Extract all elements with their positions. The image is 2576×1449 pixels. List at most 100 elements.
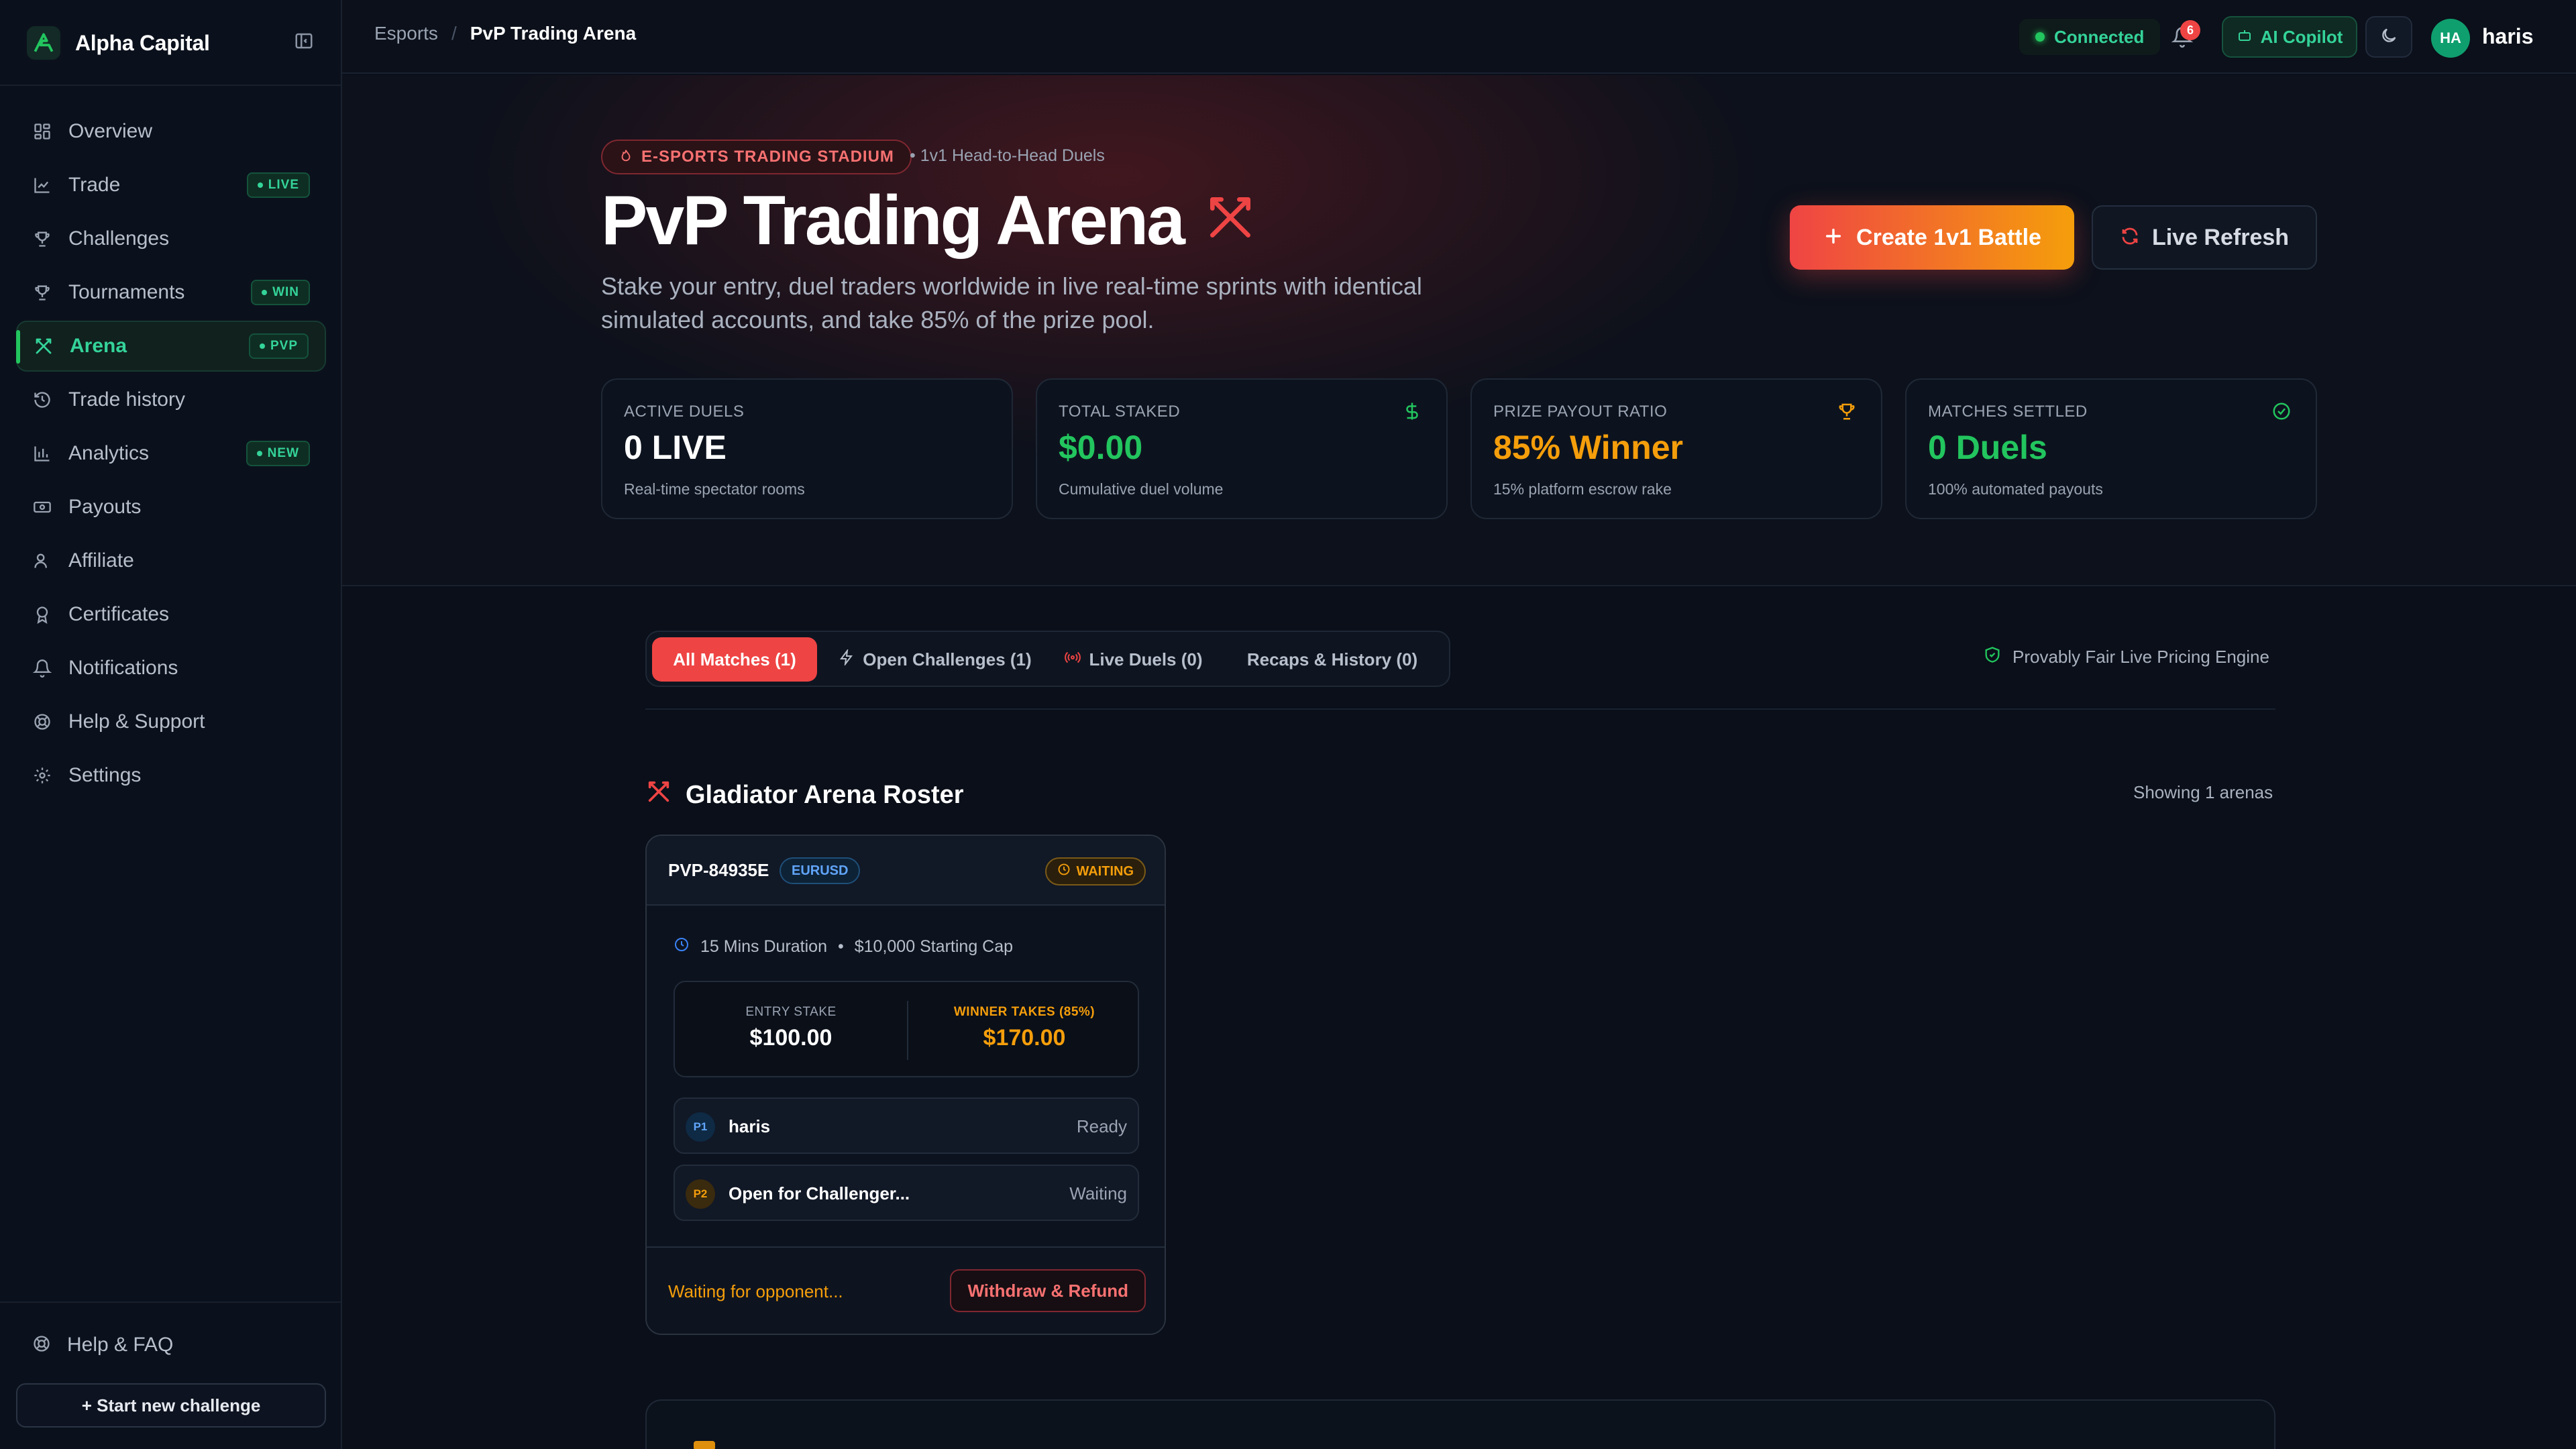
dollar-icon [1402, 401, 1424, 423]
notification-count-badge: 6 [2180, 20, 2200, 40]
winner-takes: WINNER TAKES (85%) $170.00 [908, 982, 1140, 1076]
sidebar-item-label: Settings [68, 764, 142, 786]
sidebar-item-label: Overview [68, 120, 153, 142]
ai-copilot-button[interactable]: AI Copilot [2222, 16, 2357, 58]
stat-card-payout-ratio: PRIZE PAYOUT RATIO 85% Winner 15% platfo… [1470, 378, 1882, 519]
start-new-challenge-button[interactable]: + Start new challenge [16, 1383, 326, 1428]
connection-label: Connected [2054, 26, 2145, 47]
player-status: Waiting [1069, 1183, 1127, 1203]
live-refresh-button[interactable]: Live Refresh [2092, 205, 2317, 270]
award-icon [32, 604, 52, 625]
breadcrumb-esports[interactable]: Esports [374, 23, 438, 44]
sidebar-item-payouts[interactable]: Payouts [16, 482, 326, 533]
chart-icon [32, 175, 52, 195]
withdraw-refund-button[interactable]: Withdraw & Refund [950, 1269, 1146, 1312]
stake-summary: ENTRY STAKE $100.00 WINNER TAKES (85%) $… [674, 981, 1139, 1077]
breadcrumb-current: PvP Trading Arena [470, 23, 637, 44]
stadium-pill: E-SPORTS TRADING STADIUM [601, 140, 912, 174]
player-badge: P2 [686, 1179, 715, 1209]
stat-value: 85% Winner [1493, 429, 1683, 466]
player-status: Ready [1076, 1116, 1127, 1136]
stat-value: 0 LIVE [624, 429, 727, 466]
breadcrumb-separator: / [451, 23, 457, 44]
section-divider [645, 708, 2275, 710]
stat-label: ACTIVE DUELS [624, 402, 745, 421]
sidebar-item-tournaments[interactable]: Tournaments WIN [16, 267, 326, 318]
page-description: Stake your entry, duel traders worldwide… [601, 272, 1422, 333]
page-title-text: PvP Trading Arena [601, 182, 1185, 260]
crossed-swords-icon [34, 336, 54, 356]
lifebuoy-icon [32, 1334, 51, 1356]
avatar[interactable]: HA [2431, 19, 2470, 58]
arena-card-header: PVP-84935E EURUSD WAITING [647, 836, 1165, 906]
sidebar-item-label: Arena [70, 335, 127, 357]
arena-meta: 15 Mins Duration • $10,000 Starting Cap [674, 936, 1013, 957]
tab-live-duels[interactable]: Live Duels (0) [1053, 637, 1214, 682]
hero-section: E-SPORTS TRADING STADIUM • 1v1 Head-to-H… [342, 75, 2576, 586]
create-battle-button[interactable]: Create 1v1 Battle [1790, 205, 2074, 270]
sidebar-item-analytics[interactable]: Analytics NEW [16, 428, 326, 479]
winner-takes-value: $170.00 [983, 1025, 1066, 1051]
stat-card-total-staked: TOTAL STAKED $0.00 Cumulative duel volum… [1036, 378, 1448, 519]
stat-label: MATCHES SETTLED [1928, 402, 2088, 421]
check-circle-icon [2271, 401, 2293, 423]
new-badge: NEW [246, 441, 310, 466]
brand[interactable]: Alpha Capital [27, 24, 210, 62]
clock-icon [674, 936, 690, 957]
sidebar-item-settings[interactable]: Settings [16, 750, 326, 801]
ai-copilot-label: AI Copilot [2260, 26, 2343, 47]
lifebuoy-icon [32, 712, 52, 732]
history-icon [32, 390, 52, 410]
sidebar-item-arena[interactable]: Arena PVP [16, 321, 326, 372]
banknote-icon [32, 497, 52, 517]
page-title: PvP Trading Arena [601, 181, 1257, 261]
crossed-swords-icon [645, 778, 672, 812]
arena-card[interactable]: PVP-84935E EURUSD WAITING 15 Mins Durati… [645, 835, 1166, 1335]
create-battle-label: Create 1v1 Battle [1856, 224, 2041, 250]
crossed-swords-icon [1203, 181, 1257, 261]
tab-open-challenges[interactable]: Open Challenges (1) [822, 637, 1048, 682]
trophy-icon [32, 229, 52, 249]
waiting-text: Waiting for opponent... [668, 1281, 843, 1301]
lightning-icon [839, 647, 855, 670]
stat-card-matches-settled: MATCHES SETTLED 0 Duels 100% automated p… [1905, 378, 2317, 519]
duels-subtitle: • 1v1 Head-to-Head Duels [910, 146, 1105, 165]
sidebar-item-label: Notifications [68, 657, 178, 679]
help-faq-link[interactable]: Help & FAQ [32, 1334, 173, 1356]
username[interactable]: haris [2482, 24, 2533, 49]
connection-status: Connected [2019, 19, 2161, 55]
sidebar-item-label: Trade history [68, 388, 185, 411]
breadcrumb: Esports / PvP Trading Arena [374, 23, 636, 44]
entry-stake-value: $100.00 [749, 1025, 833, 1051]
sidebar-item-affiliate[interactable]: Affiliate [16, 535, 326, 586]
pvp-badge: PVP [248, 333, 309, 359]
next-section-card [645, 1399, 2275, 1449]
sidebar-item-trade-history[interactable]: Trade history [16, 374, 326, 425]
sidebar-divider [0, 85, 341, 86]
sidebar-item-overview[interactable]: Overview [16, 106, 326, 157]
theme-toggle-button[interactable] [2365, 16, 2412, 58]
player-badge: P1 [686, 1112, 715, 1142]
winner-takes-label: WINNER TAKES (85%) [953, 1005, 1095, 1019]
shield-check-icon [1983, 645, 2002, 669]
sidebar-divider [0, 1301, 341, 1303]
sidebar-item-help-support[interactable]: Help & Support [16, 696, 326, 747]
trophy-icon [32, 282, 52, 303]
stat-sub: Real-time spectator rooms [624, 480, 805, 498]
refresh-icon [2120, 226, 2140, 250]
sidebar-item-challenges[interactable]: Challenges [16, 213, 326, 264]
tab-recaps-history[interactable]: Recaps & History (0) [1220, 637, 1445, 682]
sidebar-item-certificates[interactable]: Certificates [16, 589, 326, 640]
tab-all-matches[interactable]: All Matches (1) [652, 637, 817, 682]
fair-engine-note: Provably Fair Live Pricing Engine [1983, 645, 2269, 669]
sidebar-item-notifications[interactable]: Notifications [16, 643, 326, 694]
sidebar-collapse-icon[interactable] [292, 30, 315, 52]
sidebar: Alpha Capital Overview Trade LIVE Challe… [0, 0, 342, 1449]
meta-separator: • [837, 937, 844, 956]
sidebar-item-label: Help & Support [68, 710, 205, 733]
sidebar-item-trade[interactable]: Trade LIVE [16, 160, 326, 211]
grid-icon [32, 121, 52, 142]
live-refresh-label: Live Refresh [2151, 224, 2290, 250]
status-badge: WAITING [1045, 857, 1146, 885]
fair-engine-label: Provably Fair Live Pricing Engine [2012, 647, 2269, 667]
